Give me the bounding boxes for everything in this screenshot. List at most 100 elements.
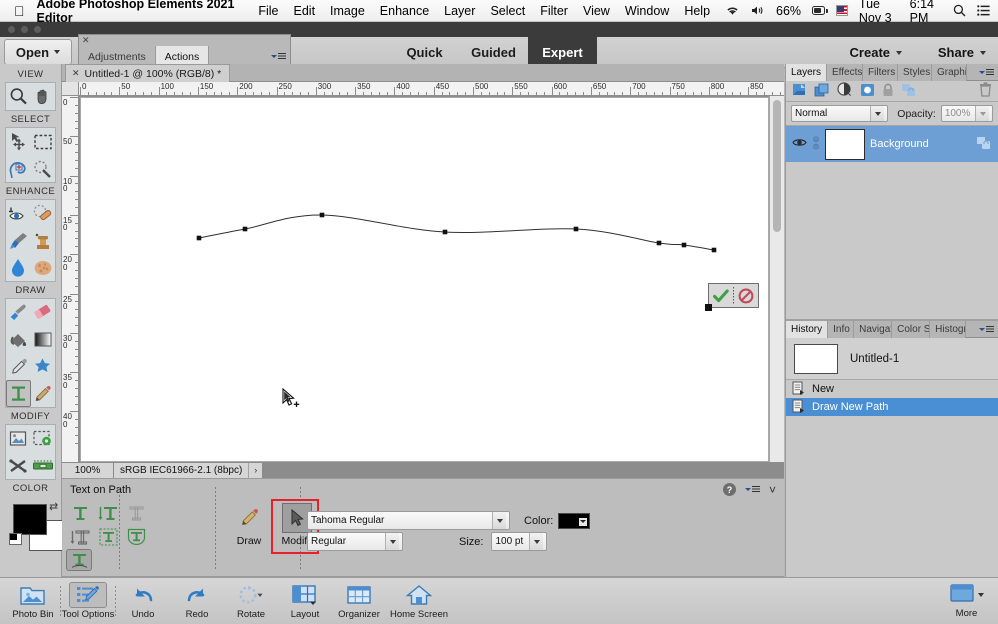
battery-icon[interactable]: [812, 6, 828, 15]
panel-menu-icon[interactable]: [744, 486, 760, 493]
confirm-path-button[interactable]: [709, 284, 733, 307]
layout-button[interactable]: Layout: [278, 579, 332, 624]
eye-icon[interactable]: [792, 137, 807, 151]
menu-edit[interactable]: Edit: [294, 4, 316, 18]
horizontal-type-mask-tool[interactable]: [122, 501, 150, 525]
brush-tool[interactable]: [6, 299, 31, 326]
zoom-tool[interactable]: [6, 83, 31, 110]
us-flag-icon[interactable]: [836, 5, 848, 16]
spot-healing-brush-tool[interactable]: [31, 200, 56, 227]
canvas-vertical-scrollbar[interactable]: [769, 96, 784, 464]
tab-navigator[interactable]: Navigator: [854, 321, 893, 338]
straighten-tool[interactable]: [31, 452, 56, 479]
font-style-select[interactable]: Regular: [307, 532, 403, 551]
opacity-field[interactable]: 100%: [940, 105, 993, 122]
more-button[interactable]: More: [949, 583, 984, 619]
chain-link-icon[interactable]: [812, 135, 820, 153]
tab-layers[interactable]: Layers: [786, 64, 828, 81]
path-anchor-point[interactable]: [319, 212, 325, 218]
menu-view[interactable]: View: [583, 4, 610, 18]
type-tool[interactable]: [6, 380, 31, 407]
tab-graphics[interactable]: Graphics: [932, 64, 968, 81]
hand-tool[interactable]: [31, 83, 56, 110]
minimize-window-button[interactable]: [21, 26, 28, 33]
sponge-tool[interactable]: [31, 254, 56, 281]
layer-mask-icon[interactable]: [860, 83, 875, 100]
rotate-button[interactable]: Rotate: [224, 579, 278, 624]
layer-row-background[interactable]: Background: [786, 126, 998, 162]
half-circle-adjust-icon[interactable]: [837, 82, 853, 100]
crop-tool[interactable]: [6, 425, 31, 452]
menu-enhance[interactable]: Enhance: [380, 4, 429, 18]
layer-thumbnail[interactable]: [825, 128, 865, 160]
lasso-tool[interactable]: [6, 155, 31, 182]
horizontal-type-tool[interactable]: [66, 501, 94, 525]
apple-logo-icon[interactable]: : [14, 4, 25, 18]
vertical-type-mask-tool[interactable]: [66, 525, 94, 549]
layer-name[interactable]: Background: [870, 138, 929, 150]
history-snapshot-row[interactable]: Untitled-1: [786, 338, 998, 380]
history-state-draw-new-path[interactable]: Draw New Path: [786, 398, 998, 416]
foreground-color-swatch[interactable]: [13, 504, 47, 535]
menu-window[interactable]: Window: [625, 4, 669, 18]
color-picker-tool[interactable]: [6, 353, 31, 380]
path-anchor-point[interactable]: [242, 226, 248, 232]
menu-filter[interactable]: Filter: [540, 4, 568, 18]
text-color-swatch[interactable]: [558, 512, 591, 529]
text-on-shape-tool[interactable]: [122, 525, 150, 549]
volume-icon[interactable]: [751, 5, 765, 16]
panel-menu-icon[interactable]: [975, 321, 998, 337]
rectangular-marquee-tool[interactable]: [31, 128, 56, 155]
create-button[interactable]: Create: [850, 42, 902, 63]
open-button[interactable]: Open: [4, 39, 72, 65]
draw-path-button[interactable]: Draw: [227, 503, 271, 547]
blend-mode-select[interactable]: Normal: [791, 105, 889, 122]
panel-menu-icon[interactable]: [975, 64, 998, 80]
red-eye-removal-tool[interactable]: [6, 200, 31, 227]
path-anchor-point[interactable]: [711, 247, 717, 253]
menu-help[interactable]: Help: [684, 4, 710, 18]
quick-selection-tool[interactable]: [31, 155, 56, 182]
menu-select[interactable]: Select: [490, 4, 525, 18]
paint-bucket-tool[interactable]: [6, 326, 31, 353]
recompose-tool[interactable]: [6, 452, 31, 479]
content-aware-move-tool[interactable]: [31, 425, 56, 452]
pencil-tool[interactable]: [31, 380, 56, 407]
drawn-path[interactable]: [81, 98, 769, 462]
move-tool[interactable]: [6, 128, 31, 155]
menu-file[interactable]: File: [258, 4, 278, 18]
text-on-custom-path-tool[interactable]: [66, 549, 92, 571]
duplicate-layer-icon[interactable]: [814, 83, 830, 100]
search-icon[interactable]: [953, 4, 966, 17]
document-tab[interactable]: ✕ Untitled-1 @ 100% (RGB/8) *: [65, 64, 231, 82]
tab-filters[interactable]: Filters: [863, 64, 899, 81]
photo-bin-button[interactable]: Photo Bin: [6, 579, 60, 624]
chevron-right-icon[interactable]: ›: [248, 462, 263, 478]
clone-stamp-tool[interactable]: [31, 227, 56, 254]
text-on-selection-tool[interactable]: [94, 525, 122, 549]
path-anchor-point[interactable]: [442, 229, 448, 235]
path-anchor-point[interactable]: [656, 240, 662, 246]
share-button[interactable]: Share: [938, 42, 986, 63]
zoom-level-field[interactable]: 100%: [62, 462, 114, 478]
custom-shape-tool[interactable]: [31, 353, 56, 380]
smart-brush-tool[interactable]: [6, 227, 31, 254]
new-layer-icon[interactable]: [792, 83, 807, 100]
undo-button[interactable]: Undo: [116, 579, 170, 624]
close-window-button[interactable]: [8, 26, 15, 33]
link-layers-icon[interactable]: [901, 83, 917, 100]
home-screen-button[interactable]: Home Screen: [386, 579, 452, 624]
cancel-path-button[interactable]: [734, 284, 758, 307]
lock-icon[interactable]: [882, 83, 894, 100]
chevron-down-icon[interactable]: ˅: [769, 484, 776, 496]
scrollbar-thumb[interactable]: [773, 100, 781, 232]
close-icon[interactable]: ✕: [72, 68, 80, 79]
organizer-button[interactable]: Organizer: [332, 579, 386, 624]
path-anchor-point[interactable]: [573, 226, 579, 232]
blur-tool[interactable]: [6, 254, 31, 281]
tab-effects[interactable]: Effects: [827, 64, 864, 81]
font-family-select[interactable]: Tahoma Regular: [307, 511, 510, 530]
gradient-tool[interactable]: [31, 326, 56, 353]
tab-info[interactable]: Info: [828, 321, 855, 338]
tab-color-swatches[interactable]: Color Swatches: [892, 321, 931, 338]
